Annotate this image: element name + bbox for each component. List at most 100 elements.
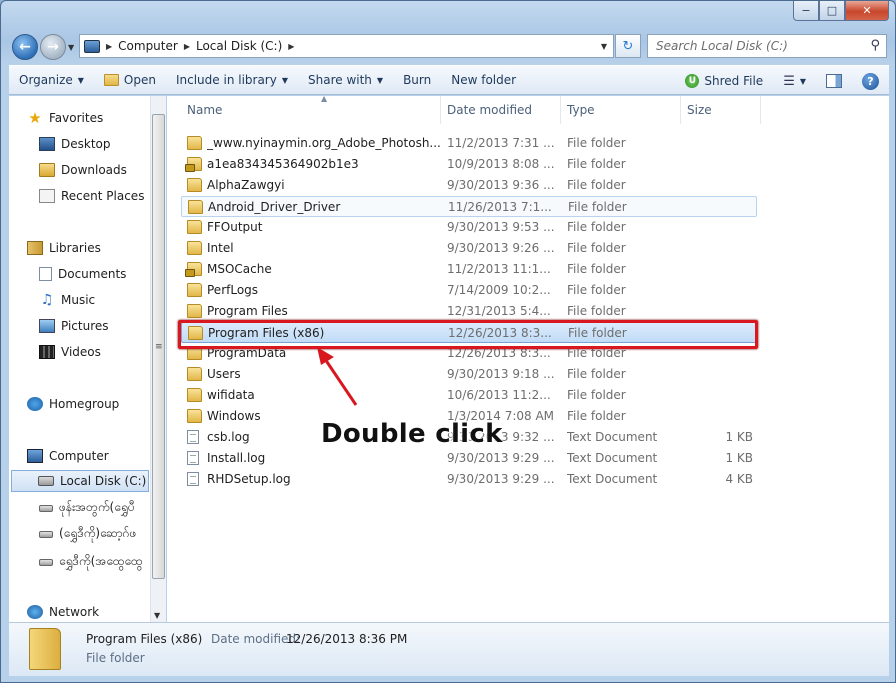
file-date: 9/30/2013 9:36 ... [447, 178, 555, 192]
chevron-right-icon[interactable]: ▶ [288, 42, 294, 51]
annotation-label: Double click [321, 419, 503, 449]
minimize-button[interactable]: − [793, 1, 819, 21]
desktop-icon [39, 137, 55, 151]
open-button[interactable]: Open [94, 65, 166, 95]
chevron-down-icon: ▼ [77, 75, 84, 85]
nav-label: Libraries [49, 241, 101, 255]
folder-icon [187, 283, 202, 297]
file-name: MSOCache [207, 262, 272, 276]
nav-label: Favorites [49, 111, 104, 125]
pictures-icon [39, 319, 55, 333]
column-header-name[interactable]: Name ▲ [181, 94, 441, 124]
file-name: wifidata [207, 388, 255, 402]
folder-icon [29, 628, 61, 670]
nav-downloads[interactable]: Downloads [39, 159, 127, 181]
file-type: Text Document [567, 430, 658, 444]
file-name: PerfLogs [207, 283, 259, 297]
file-date: 9/30/2013 9:29 ... [447, 451, 555, 465]
nav-music[interactable]: ♫ Music [39, 289, 95, 311]
table-row[interactable]: PerfLogs 7/14/2009 10:2... File folder [181, 280, 757, 301]
nav-videos[interactable]: Videos [39, 341, 101, 363]
include-in-library-button[interactable]: Include in library ▼ [166, 65, 298, 95]
refresh-button[interactable]: ↻ [615, 34, 641, 58]
table-row[interactable]: a1ea834345364902b1e3 10/9/2013 8:08 ... Fi… [181, 154, 757, 175]
table-row[interactable]: Android_Driver_Driver 11/26/2013 7:1... Fi… [181, 196, 757, 217]
nav-drive-1[interactable]: ဖုန်းအတွက်(ရွှေပီ [39, 497, 135, 519]
file-date: 9/30/2013 9:53 ... [447, 220, 555, 234]
file-type: Text Document [567, 472, 658, 486]
nav-documents[interactable]: Documents [39, 263, 126, 285]
forward-button[interactable]: → [40, 34, 66, 60]
table-row[interactable]: _www.nyinaymin.org_Adobe_Photosh... 11/2/… [181, 133, 757, 154]
nav-homegroup[interactable]: Homegroup [27, 393, 119, 415]
recent-pages-dropdown[interactable]: ▼ [68, 43, 74, 52]
homegroup-icon [27, 397, 43, 411]
recent-places-icon [39, 189, 55, 203]
nav-computer[interactable]: Computer [27, 445, 109, 467]
maximize-button[interactable]: □ [819, 1, 845, 21]
file-type: File folder [567, 367, 626, 381]
file-type: File folder [567, 157, 626, 171]
file-name: a1ea834345364902b1e3 [207, 157, 359, 171]
column-header-size[interactable]: Size [681, 96, 761, 124]
close-button[interactable]: ✕ [845, 1, 889, 21]
organize-button[interactable]: Organize ▼ [9, 65, 94, 95]
nav-local-disk[interactable]: Local Disk (C:) [11, 470, 149, 492]
file-name: FFOutput [207, 220, 263, 234]
file-type: File folder [567, 220, 626, 234]
nav-label: ရွှေဒီကို(အထွေထွေ [59, 554, 143, 568]
help-button[interactable]: ? [852, 66, 889, 96]
address-bar[interactable]: ▶ Computer ▶ Local Disk (C:) ▶ ▼ [79, 34, 614, 58]
nav-label: Pictures [61, 319, 109, 333]
table-row[interactable]: RHDSetup.log 9/30/2013 9:29 ... Text Docum… [181, 469, 757, 490]
scroll-down-icon[interactable]: ▼ [154, 611, 160, 620]
libraries-icon [27, 241, 43, 255]
details-type: File folder [86, 651, 145, 665]
column-header-date[interactable]: Date modified [441, 96, 561, 124]
table-row[interactable]: FFOutput 9/30/2013 9:53 ... File folder [181, 217, 757, 238]
change-view-button[interactable]: ☰ ▼ [773, 66, 816, 96]
address-dropdown[interactable]: ▼ [601, 42, 607, 51]
share-with-button[interactable]: Share with ▼ [298, 65, 393, 95]
back-button[interactable]: ← [12, 34, 38, 60]
nav-favorites[interactable]: ★ Favorites [27, 107, 103, 129]
folder-icon [187, 367, 202, 381]
grip-icon: ≡ [155, 342, 163, 352]
nav-network[interactable]: Network [27, 601, 99, 622]
disk-icon [38, 476, 54, 486]
text-document-icon [187, 430, 199, 444]
table-row[interactable]: wifidata 10/6/2013 11:2... File folder [181, 385, 757, 406]
nav-pictures[interactable]: Pictures [39, 315, 109, 337]
file-size: 4 KB [725, 472, 753, 486]
column-header-type[interactable]: Type [561, 96, 681, 124]
preview-pane-button[interactable] [816, 66, 852, 96]
search-icon[interactable]: ⚲ [870, 38, 880, 53]
table-row[interactable]: AlphaZawgyi 9/30/2013 9:36 ... File folder [181, 175, 757, 196]
nav-desktop[interactable]: Desktop [39, 133, 111, 155]
table-row[interactable]: Intel 9/30/2013 9:26 ... File folder [181, 238, 757, 259]
nav-drive-3[interactable]: ရွှေဒီကို(အထွေထွေ [39, 551, 143, 573]
folder-icon [187, 178, 202, 192]
table-row[interactable]: MSOCache 11/2/2013 11:1... File folder [181, 259, 757, 280]
music-icon: ♫ [40, 292, 54, 308]
breadcrumb-computer[interactable]: Computer [118, 39, 178, 53]
open-label: Open [123, 73, 156, 87]
table-row[interactable]: Install.log 9/30/2013 9:29 ... Text Docume… [181, 448, 757, 469]
file-size: 1 KB [725, 430, 753, 444]
chevron-right-icon[interactable]: ▶ [184, 42, 190, 51]
search-input[interactable]: Search Local Disk (C:) ⚲ [647, 34, 887, 58]
nav-recent-places[interactable]: Recent Places [39, 185, 144, 207]
nav-label: Downloads [61, 163, 127, 177]
nav-libraries[interactable]: Libraries [27, 237, 101, 259]
refresh-icon: ↻ [622, 38, 634, 54]
nav-drive-2[interactable]: (ရွှေဒီကို)ဆော့ဂ်ဖ [39, 523, 136, 545]
new-folder-button[interactable]: New folder [441, 65, 526, 95]
breadcrumb-local-disk[interactable]: Local Disk (C:) [196, 39, 282, 53]
navigation-scrollbar[interactable]: ≡ ▼ [150, 96, 166, 622]
shred-file-button[interactable]: U Shred File [675, 66, 773, 96]
folder-icon [188, 200, 203, 214]
chevron-right-icon[interactable]: ▶ [106, 42, 112, 51]
table-row[interactable]: Users 9/30/2013 9:18 ... File folder [181, 364, 757, 385]
burn-button[interactable]: Burn [393, 65, 441, 95]
table-row[interactable]: Program Files 12/31/2013 5:4... File folde… [181, 301, 757, 322]
